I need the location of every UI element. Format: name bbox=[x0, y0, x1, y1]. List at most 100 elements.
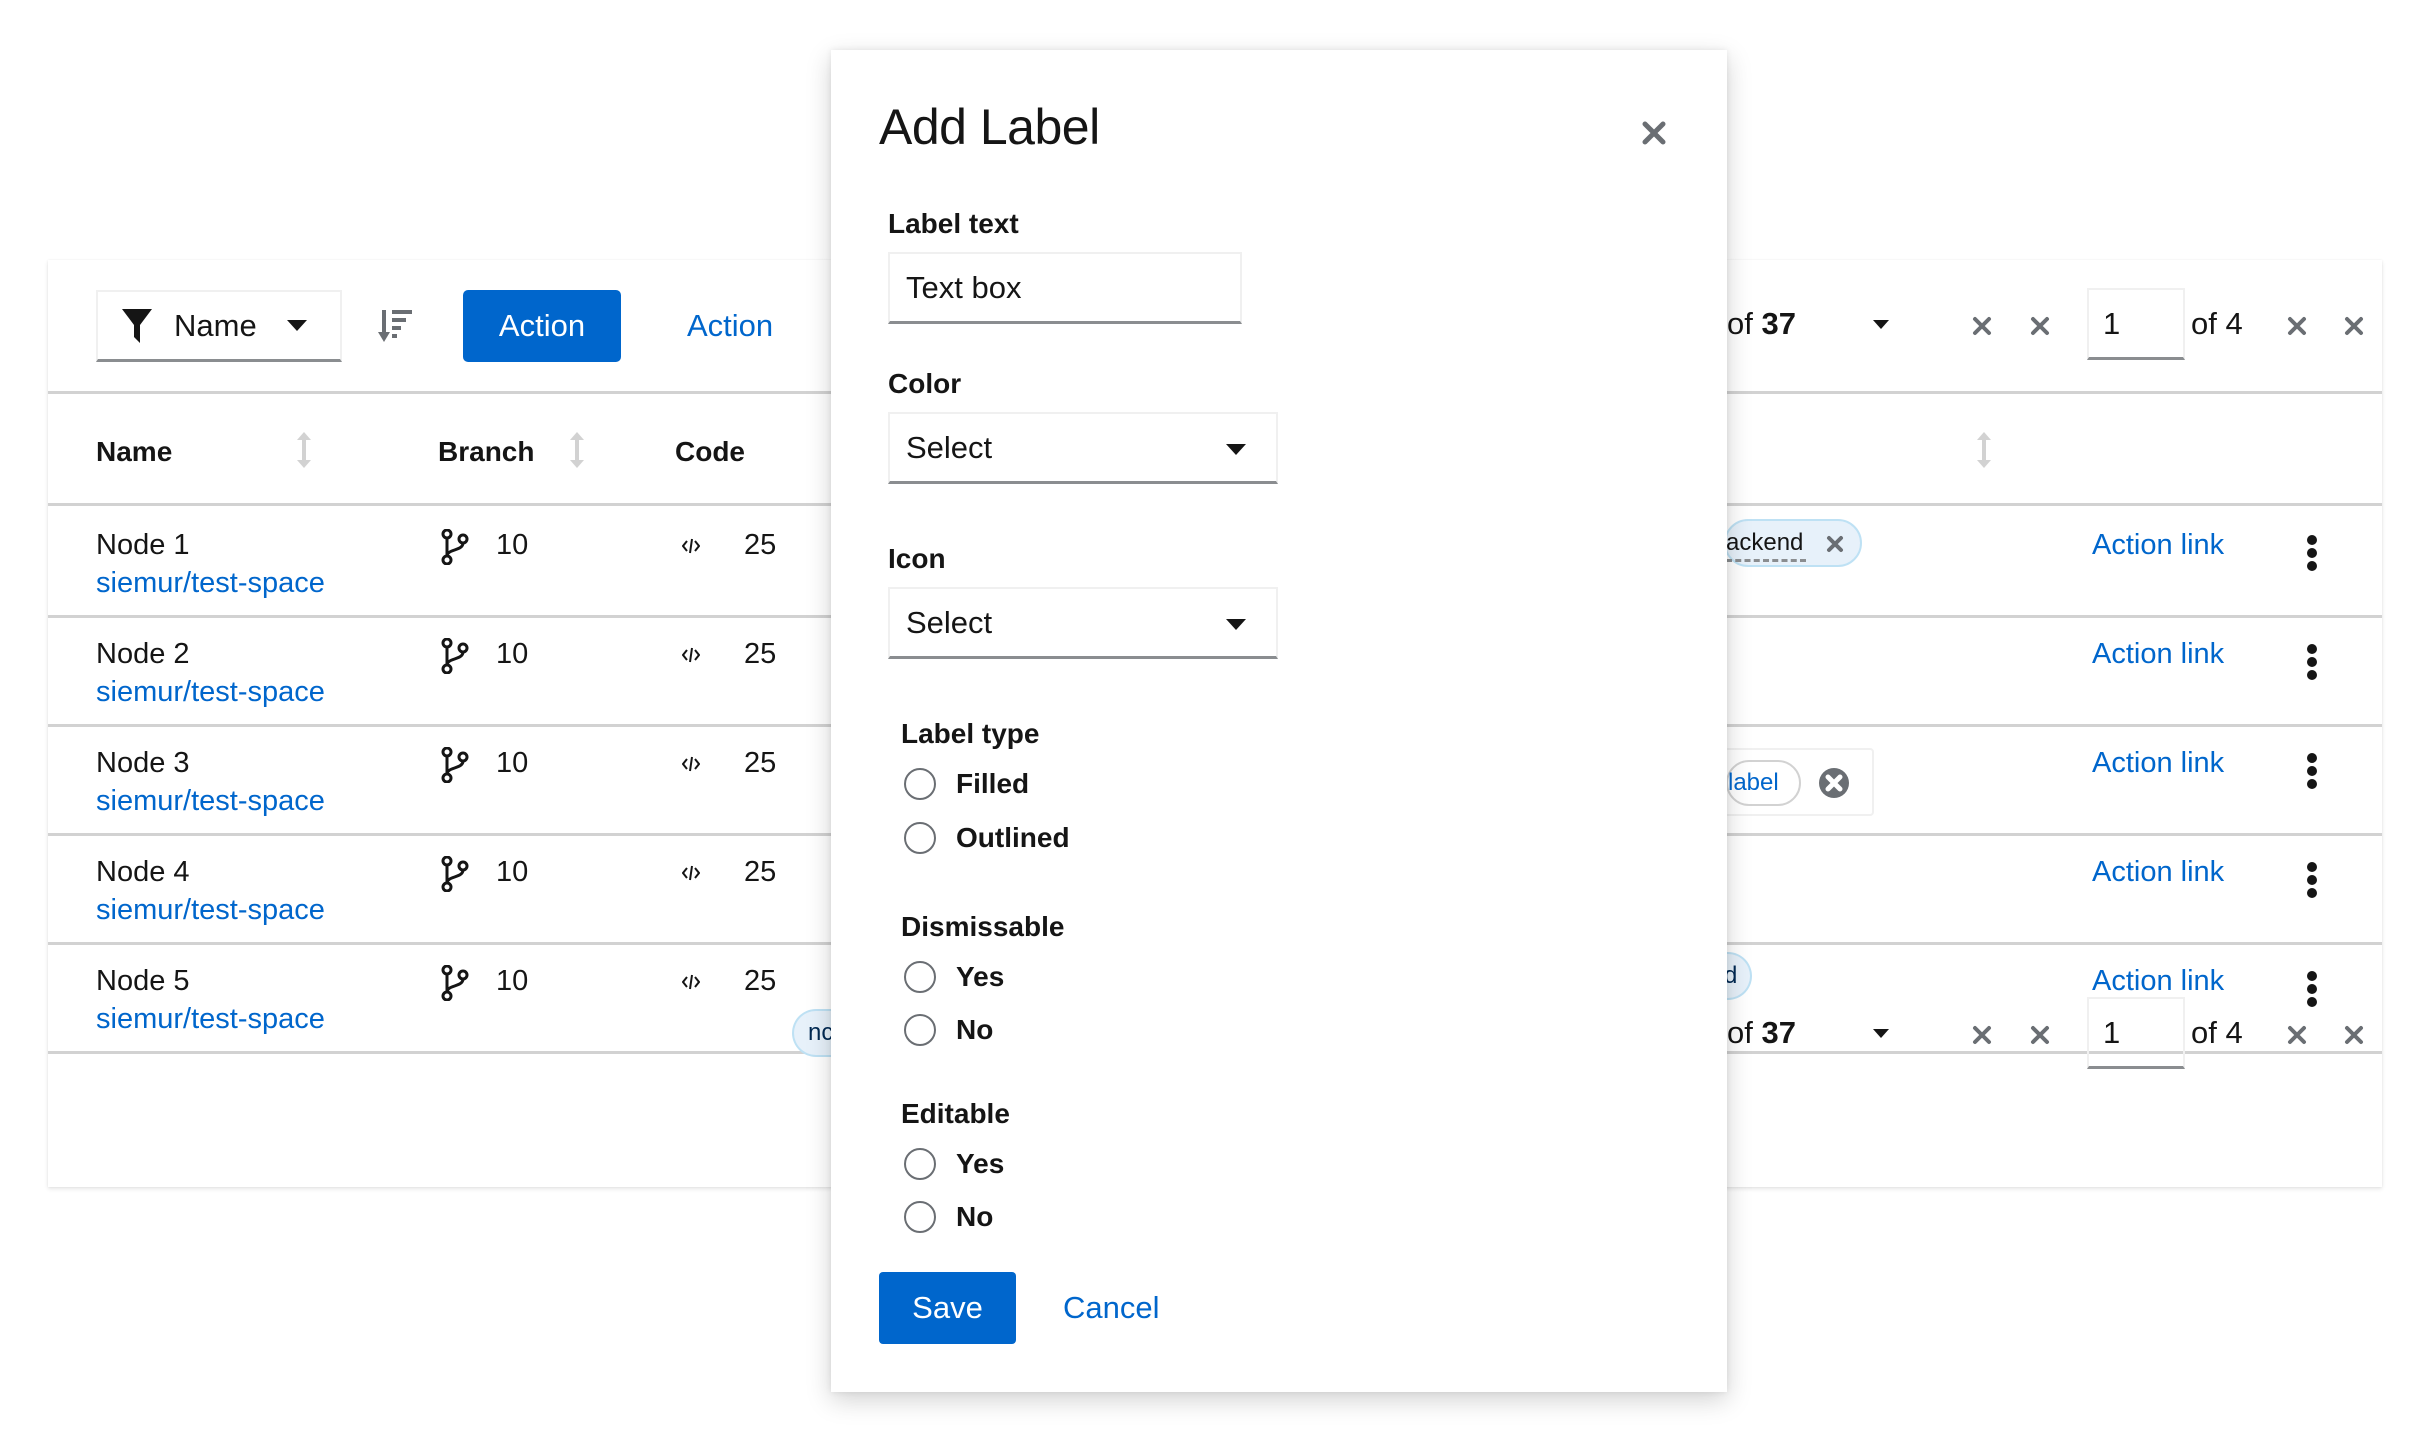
branch-count: 10 bbox=[496, 747, 529, 779]
row-action-link[interactable]: Action link bbox=[2092, 529, 2224, 562]
caret-down-icon bbox=[286, 320, 307, 331]
code-icon bbox=[681, 529, 701, 554]
code-branch-icon bbox=[441, 637, 469, 675]
items-prefix: of bbox=[1727, 1015, 1753, 1050]
modal-title: Add Label bbox=[879, 99, 1100, 155]
filter-attribute-select[interactable]: Name bbox=[96, 290, 342, 362]
branch-count: 10 bbox=[496, 856, 529, 888]
radio-label: Filled bbox=[956, 768, 1030, 799]
node-repo-link[interactable]: siemur/test-space bbox=[96, 567, 325, 600]
radio-label-type-outlined[interactable]: Outlined bbox=[904, 822, 1070, 854]
previous-page-icon[interactable] bbox=[2030, 316, 2050, 336]
color-select-value: Select bbox=[906, 429, 993, 465]
primary-action-button[interactable]: Action bbox=[463, 290, 621, 362]
branch-count: 10 bbox=[496, 529, 529, 561]
sort-descending-icon[interactable] bbox=[378, 308, 414, 344]
page-total-label: of 4 bbox=[2191, 1015, 2243, 1050]
caret-down-icon bbox=[1873, 320, 1889, 329]
dismissable-label: Dismissable bbox=[901, 911, 1065, 942]
save-button[interactable]: Save bbox=[879, 1272, 1016, 1344]
kebab-menu-icon[interactable] bbox=[2305, 644, 2319, 680]
node-name: Node 4 bbox=[96, 856, 190, 888]
filter-attribute-label: Name bbox=[174, 307, 257, 343]
label-edit-group: label bbox=[1724, 748, 1874, 816]
sort-icon[interactable] bbox=[1976, 432, 1992, 468]
kebab-menu-icon[interactable] bbox=[2305, 862, 2319, 898]
cancel-button[interactable]: Cancel bbox=[1063, 1272, 1160, 1344]
sort-icon[interactable] bbox=[296, 432, 312, 468]
node-name: Node 2 bbox=[96, 638, 190, 670]
radio-label: No bbox=[956, 1014, 994, 1045]
previous-page-icon[interactable] bbox=[2030, 1025, 2050, 1045]
next-page-icon[interactable] bbox=[2287, 1025, 2307, 1045]
column-header-code[interactable]: Code bbox=[675, 436, 745, 468]
node-repo-link[interactable]: siemur/test-space bbox=[96, 785, 325, 818]
label-chip-partial[interactable]: nc bbox=[792, 1009, 833, 1057]
column-header-name[interactable]: Name bbox=[96, 436, 172, 468]
radio-label: Yes bbox=[956, 961, 1005, 992]
label-chip-outlined[interactable]: label bbox=[1726, 760, 1801, 806]
clear-circle-icon[interactable] bbox=[1818, 767, 1850, 799]
page-number-input[interactable]: 1 bbox=[2087, 997, 2185, 1069]
radio-editable-yes[interactable]: Yes bbox=[904, 1148, 1004, 1180]
radio-button[interactable] bbox=[904, 1014, 936, 1046]
label-chip-text: label bbox=[1728, 769, 1779, 796]
label-chip-backend[interactable]: ackend bbox=[1724, 519, 1862, 567]
code-count: 25 bbox=[744, 747, 777, 779]
page-number-input[interactable]: 1 bbox=[2087, 288, 2185, 360]
caret-down-icon bbox=[1226, 619, 1246, 630]
radio-button[interactable] bbox=[904, 1201, 936, 1233]
add-label-modal: Add Label Label text Text box Color Sele… bbox=[831, 50, 1727, 1392]
code-count: 25 bbox=[744, 856, 777, 888]
items-per-page-toggle[interactable]: of 37 bbox=[1727, 1015, 1796, 1051]
radio-button[interactable] bbox=[904, 768, 936, 800]
icon-select[interactable]: Select bbox=[888, 587, 1278, 659]
items-total: 37 bbox=[1761, 1015, 1796, 1050]
row-action-link[interactable]: Action link bbox=[2092, 638, 2224, 671]
icon-label: Icon bbox=[888, 543, 946, 574]
radio-editable-no[interactable]: No bbox=[904, 1201, 993, 1233]
items-per-page-toggle[interactable]: of 37 bbox=[1727, 306, 1796, 342]
radio-label-type-filled[interactable]: Filled bbox=[904, 768, 1029, 800]
row-action-link[interactable]: Action link bbox=[2092, 856, 2224, 889]
color-label: Color bbox=[888, 368, 962, 399]
radio-button[interactable] bbox=[904, 961, 936, 993]
node-repo-link[interactable]: siemur/test-space bbox=[96, 894, 325, 927]
pagination-bottom: of 37 1 of 4 bbox=[1727, 997, 2387, 1087]
first-page-icon[interactable] bbox=[1972, 316, 1992, 336]
sort-icon[interactable] bbox=[569, 432, 585, 468]
label-text-input[interactable]: Text box bbox=[888, 252, 1242, 324]
node-name: Node 1 bbox=[96, 529, 190, 561]
radio-label: Yes bbox=[956, 1148, 1005, 1179]
filter-icon bbox=[122, 308, 152, 343]
last-page-icon[interactable] bbox=[2344, 1025, 2364, 1045]
radio-button[interactable] bbox=[904, 822, 936, 854]
code-icon bbox=[681, 856, 701, 881]
radio-button[interactable] bbox=[904, 1148, 936, 1180]
column-header-branch[interactable]: Branch bbox=[438, 436, 534, 468]
caret-down-icon bbox=[1873, 1029, 1889, 1038]
editable-underline bbox=[1726, 559, 1806, 562]
color-select[interactable]: Select bbox=[888, 412, 1278, 484]
radio-dismissable-no[interactable]: No bbox=[904, 1014, 993, 1046]
close-icon[interactable] bbox=[1826, 535, 1844, 553]
row-action-link[interactable]: Action link bbox=[2092, 747, 2224, 780]
kebab-menu-icon[interactable] bbox=[2305, 753, 2319, 789]
node-repo-link[interactable]: siemur/test-space bbox=[96, 676, 325, 709]
code-count: 25 bbox=[744, 638, 777, 670]
close-icon[interactable] bbox=[1641, 120, 1667, 146]
link-action-button[interactable]: Action bbox=[687, 290, 773, 362]
next-page-icon[interactable] bbox=[2287, 316, 2307, 336]
label-chip-text: ackend bbox=[1726, 529, 1804, 556]
first-page-icon[interactable] bbox=[1972, 1025, 1992, 1045]
code-branch-icon bbox=[441, 855, 469, 893]
label-text-label: Label text bbox=[888, 208, 1019, 239]
radio-dismissable-yes[interactable]: Yes bbox=[904, 961, 1004, 993]
code-branch-icon bbox=[441, 746, 469, 784]
last-page-icon[interactable] bbox=[2344, 316, 2364, 336]
node-name: Node 3 bbox=[96, 747, 190, 779]
code-count: 25 bbox=[744, 529, 777, 561]
branch-count: 10 bbox=[496, 638, 529, 670]
items-prefix: of bbox=[1727, 306, 1753, 341]
kebab-menu-icon[interactable] bbox=[2305, 535, 2319, 571]
